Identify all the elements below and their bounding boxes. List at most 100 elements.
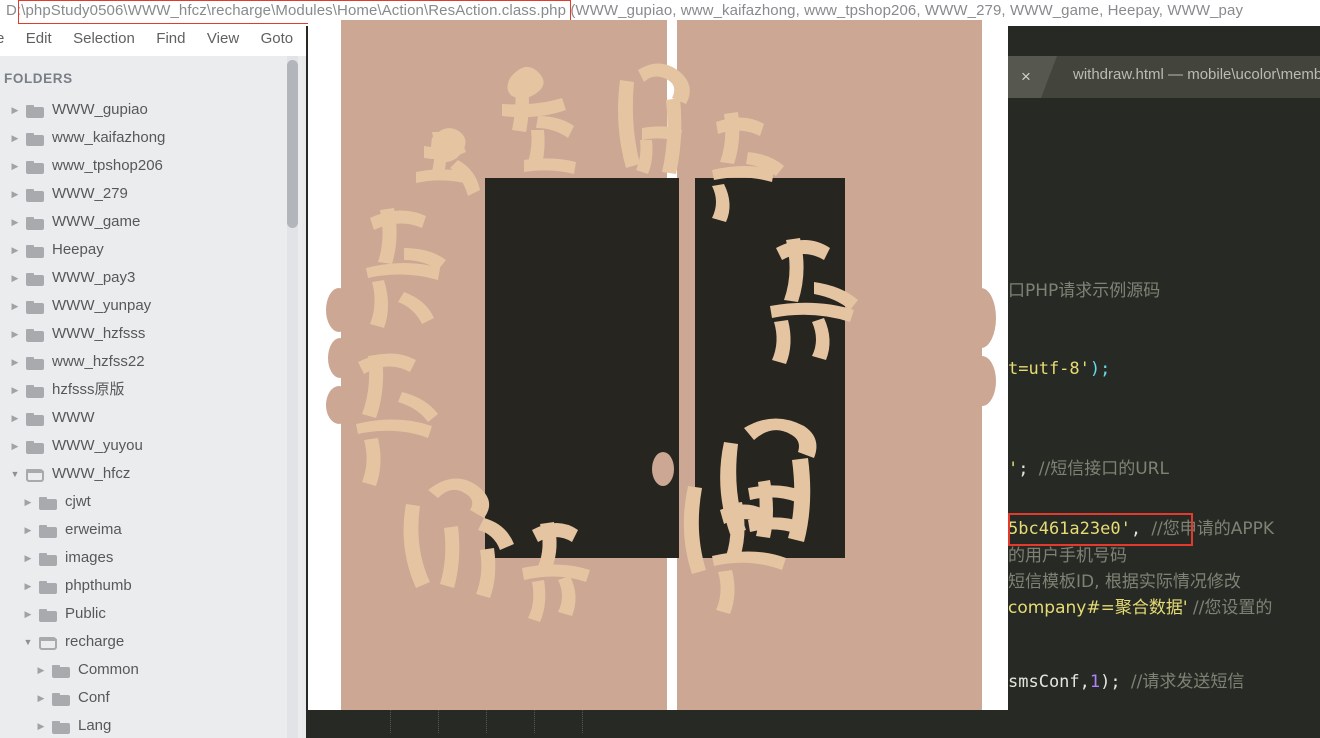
folder-icon: [39, 609, 57, 622]
folder-label: Lang: [78, 717, 112, 734]
menu-item-file[interactable]: e: [0, 26, 4, 47]
folder-tree-item[interactable]: ▶ phpthumb: [0, 572, 290, 600]
folder-label: WWW_gupiao: [52, 101, 148, 118]
chevron-right-icon[interactable]: ▶: [8, 152, 22, 180]
menu-item-edit[interactable]: Edit: [26, 26, 52, 47]
chevron-right-icon[interactable]: ▶: [21, 516, 35, 544]
folder-tree-item[interactable]: ▶ WWW_yuyou: [0, 432, 290, 460]
folder-tree-item[interactable]: ▶ Public: [0, 600, 290, 628]
folder-tree-item[interactable]: ▶ cjwt: [0, 488, 290, 516]
chevron-right-icon[interactable]: ▶: [34, 684, 48, 712]
folder-tree-item[interactable]: ▼ WWW_hfcz: [0, 460, 290, 488]
folder-icon: [26, 441, 44, 454]
folder-icon: [26, 357, 44, 370]
code-token: t=utf-8': [1008, 359, 1090, 379]
menu-item-selection[interactable]: Selection: [73, 26, 135, 47]
folder-icon: [39, 525, 57, 538]
chevron-right-icon[interactable]: ▶: [21, 488, 35, 516]
folder-tree-item[interactable]: ▶ www_tpshop206: [0, 152, 290, 180]
calligraphy-strokes: [356, 63, 858, 622]
chevron-right-icon[interactable]: ▶: [8, 124, 22, 152]
menu-item-find[interactable]: Find: [156, 26, 185, 47]
folder-tree-item[interactable]: ▶ WWW: [0, 404, 290, 432]
secondary-code-line: 短信模板ID, 根据实际情况修改: [1008, 569, 1241, 595]
secondary-editor-window[interactable]: × withdraw.html — mobile\ucolor\memb 口PH…: [1008, 56, 1320, 738]
chevron-right-icon[interactable]: ▶: [8, 348, 22, 376]
folder-label: hzfsss原版: [52, 381, 125, 398]
folder-tree-item[interactable]: ▶ WWW_game: [0, 208, 290, 236]
secondary-editor-titlebar: × withdraw.html — mobile\ucolor\memb: [1008, 56, 1320, 98]
sidebar-scrollbar-thumb[interactable]: [287, 60, 298, 228]
close-icon[interactable]: ×: [1021, 66, 1031, 88]
menu-item-goto[interactable]: Goto: [261, 26, 294, 47]
chevron-right-icon[interactable]: ▶: [8, 404, 22, 432]
chevron-down-icon[interactable]: ▼: [21, 628, 35, 656]
code-token: ,: [1130, 519, 1152, 539]
folder-icon: [52, 665, 70, 678]
sidebar-header: FOLDERS: [4, 71, 73, 86]
code-token: //短信接口的URL: [1038, 459, 1169, 479]
folder-tree-item[interactable]: ▶ Lang: [0, 712, 290, 738]
folder-icon: [39, 553, 57, 566]
chevron-right-icon[interactable]: ▶: [34, 712, 48, 738]
folder-icon: [26, 217, 44, 230]
chevron-right-icon[interactable]: ▶: [21, 600, 35, 628]
chevron-right-icon[interactable]: ▶: [34, 656, 48, 684]
folder-tree-item[interactable]: ▶ WWW_279: [0, 180, 290, 208]
folder-tree-item[interactable]: ▶ www_hzfss22: [0, 348, 290, 376]
chevron-right-icon[interactable]: ▶: [8, 432, 22, 460]
folder-tree-item[interactable]: ▶ WWW_yunpay: [0, 292, 290, 320]
menu-item-view[interactable]: View: [207, 26, 239, 47]
folder-tree-item[interactable]: ▶ Heepay: [0, 236, 290, 264]
line-number: 108: [316, 733, 368, 738]
folder-icon: [26, 301, 44, 314]
folder-tree-item[interactable]: ▶ WWW_pay3: [0, 264, 290, 292]
folder-tree-item[interactable]: ▶ images: [0, 544, 290, 572]
folder-icon: [39, 581, 57, 594]
folder-label: www_tpshop206: [52, 157, 163, 174]
folder-tree-item[interactable]: ▶ WWW_hzfsss: [0, 320, 290, 348]
chevron-right-icon[interactable]: ▶: [8, 96, 22, 124]
secondary-code-line: smsConf,1); //请求发送短信: [1008, 669, 1244, 695]
chevron-right-icon[interactable]: ▶: [8, 376, 22, 404]
secondary-code-line: company#=聚合数据' //您设置的: [1008, 595, 1272, 621]
folder-tree-item[interactable]: ▶ hzfsss原版: [0, 376, 290, 404]
chevron-right-icon[interactable]: ▶: [8, 320, 22, 348]
folder-icon: [26, 469, 44, 482]
secondary-code-line: 5bc461a23e0', //您申请的APPK: [1008, 516, 1274, 542]
chevron-right-icon[interactable]: ▶: [8, 180, 22, 208]
code-token: smsConf,: [1008, 672, 1090, 692]
code-line-108: 108 $error_code = $result['error_code: [306, 707, 583, 738]
code-token: company#=聚合数据': [1008, 598, 1188, 618]
folder-tree-item[interactable]: ▶ WWW_gupiao: [0, 96, 290, 124]
folder-tree-item[interactable]: ▶ Common: [0, 656, 290, 684]
secondary-code-line: '; //短信接口的URL: [1008, 456, 1169, 482]
menubar[interactable]: e Edit Selection Find View Goto To: [0, 26, 318, 56]
folder-tree-item[interactable]: ▶ www_kaifazhong: [0, 124, 290, 152]
folder-icon: [39, 497, 57, 510]
chevron-right-icon[interactable]: ▶: [8, 208, 22, 236]
folder-tree-item[interactable]: ▼ recharge: [0, 628, 290, 656]
code-token: 1: [1089, 672, 1101, 692]
folder-label: erweima: [65, 521, 122, 538]
folder-tree-item[interactable]: ▶ Conf: [0, 684, 290, 712]
folder-icon: [26, 161, 44, 174]
folder-label: WWW_pay3: [52, 269, 136, 286]
chevron-right-icon[interactable]: ▶: [8, 236, 22, 264]
folder-label: images: [65, 549, 114, 566]
folder-icon: [39, 637, 57, 650]
folder-tree-item[interactable]: ▶ erweima: [0, 516, 290, 544]
chevron-right-icon[interactable]: ▶: [8, 264, 22, 292]
folder-tree[interactable]: ▶ WWW_gupiao ▶ www_kaifazhong ▶ www_tpshop206…: [0, 96, 290, 738]
folder-icon: [26, 413, 44, 426]
folders-sidebar[interactable]: FOLDERS ▶ WWW_gupiao ▶ www_kaifazhong ▶ www_tp…: [0, 56, 306, 738]
chevron-right-icon[interactable]: ▶: [21, 544, 35, 572]
tab-label: withdraw.html — mobile\ucolor\memb: [1073, 66, 1320, 83]
chevron-down-icon[interactable]: ▼: [8, 460, 22, 488]
folder-label: WWW_279: [52, 185, 128, 202]
folder-icon: [26, 133, 44, 146]
folder-icon: [26, 385, 44, 398]
chevron-right-icon[interactable]: ▶: [21, 572, 35, 600]
chevron-right-icon[interactable]: ▶: [8, 292, 22, 320]
folder-label: WWW_yunpay: [52, 297, 152, 314]
